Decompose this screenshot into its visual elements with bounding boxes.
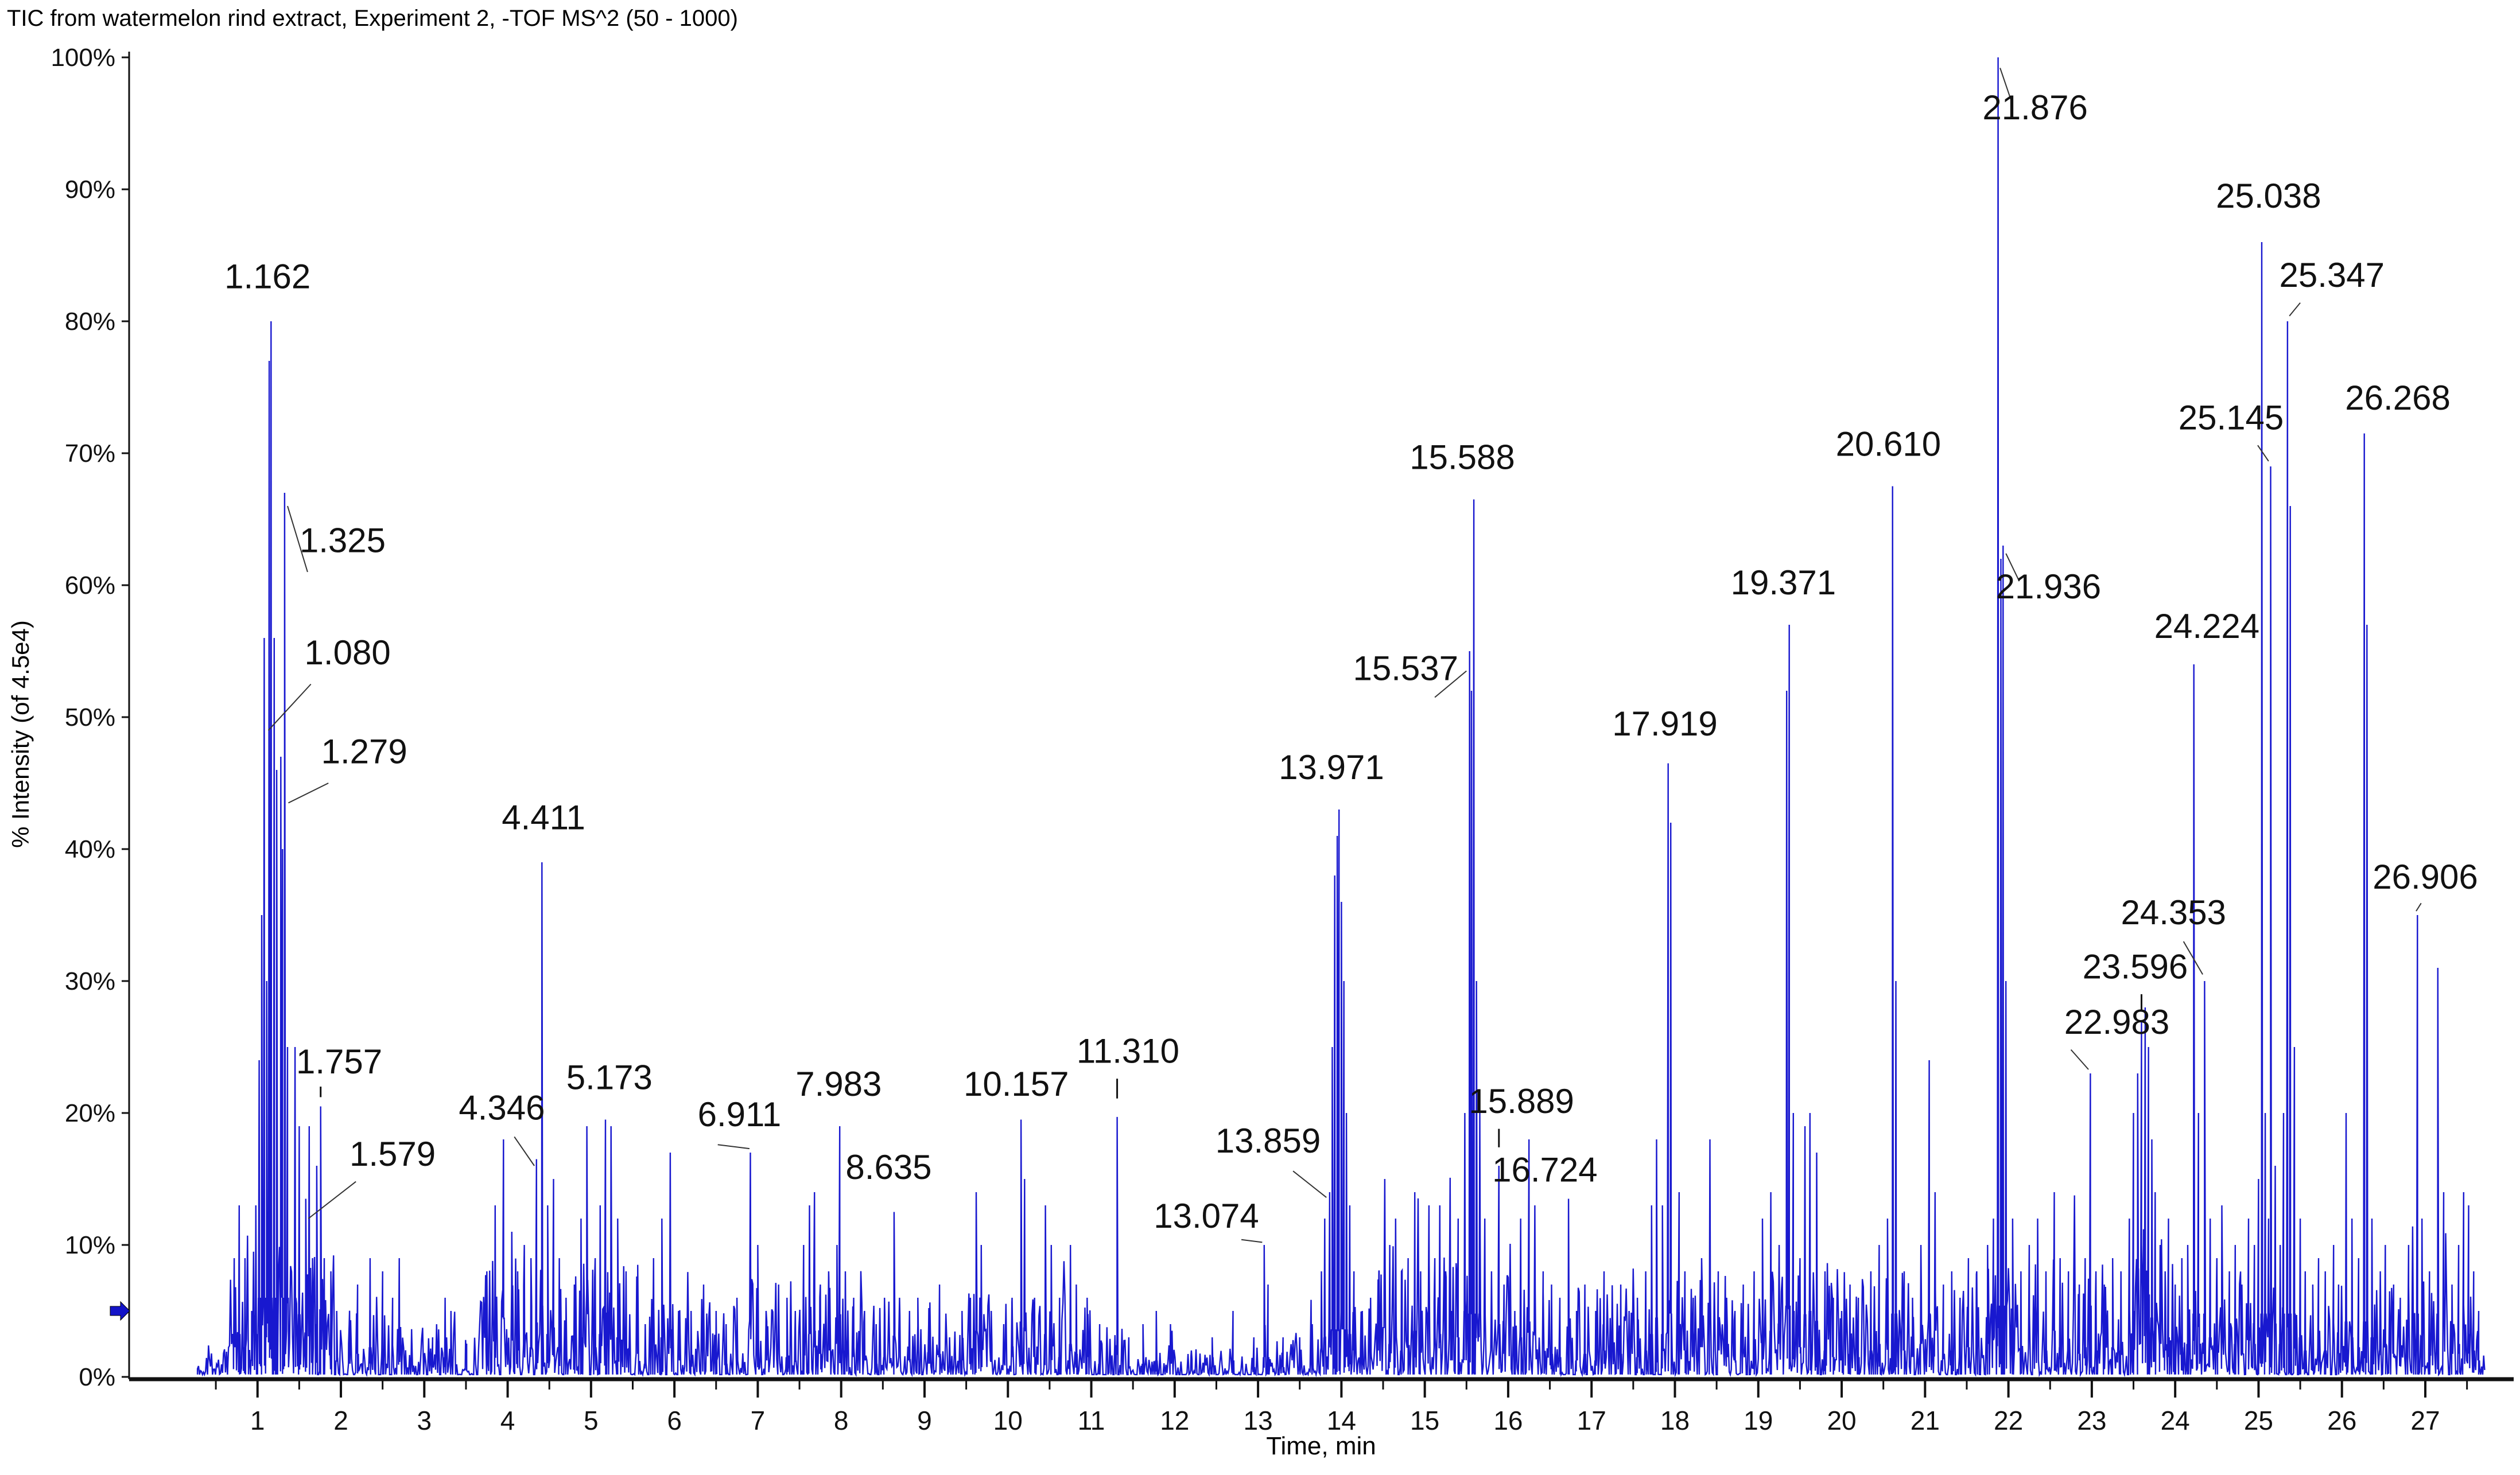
peak-leader-line — [514, 1136, 535, 1166]
peak-label: 5.173 — [566, 1058, 653, 1097]
peak-label: 15.537 — [1353, 649, 1458, 688]
peak-leader-line — [2289, 302, 2301, 317]
peak-leader-line — [308, 1181, 356, 1219]
peak-leader-line — [1241, 1239, 1263, 1243]
peak-label: 4.346 — [459, 1089, 545, 1127]
x-tick-label: 24 — [2161, 1406, 2190, 1435]
tic-trace — [196, 57, 2486, 1377]
x-tick-label: 7 — [751, 1406, 766, 1435]
x-tick-label: 16 — [1493, 1406, 1523, 1435]
x-tick-label: 8 — [834, 1406, 849, 1435]
peak-leader-line — [2070, 1049, 2089, 1070]
peak-label: 21.936 — [1996, 567, 2102, 606]
peak-leader-line — [1292, 1170, 1327, 1198]
peak-leader-line — [288, 783, 329, 804]
peak-label: 1.162 — [224, 258, 310, 296]
peak-label: 24.353 — [2121, 893, 2227, 932]
peak-label: 22.983 — [2064, 1003, 2170, 1041]
peak-label: 10.157 — [964, 1065, 1069, 1103]
peak-label: 26.268 — [2345, 379, 2451, 417]
peak-label: 25.347 — [2280, 256, 2385, 294]
y-tick-label: 30% — [65, 967, 115, 995]
peak-label: 4.411 — [502, 799, 585, 837]
y-tick-label: 80% — [65, 308, 115, 336]
x-tick-label: 25 — [2244, 1406, 2273, 1435]
peak-label: 13.971 — [1279, 748, 1384, 787]
chromatogram-plot[interactable]: 0%10%20%30%40%50%60%70%80%90%100%1 2 3 4 5 6 7… — [0, 0, 2520, 1475]
x-tick-label: 2 — [333, 1406, 348, 1435]
peak-label: 16.724 — [1492, 1151, 1598, 1189]
x-tick-label: 13 — [1244, 1406, 1273, 1435]
x-tick-label: 9 — [917, 1406, 932, 1435]
peak-label: 19.371 — [1731, 563, 1836, 602]
x-tick-label: 4 — [500, 1406, 515, 1435]
peak-label: 20.610 — [1836, 425, 1942, 464]
x-tick-label: 11 — [1078, 1406, 1105, 1435]
x-tick-label: 15 — [1410, 1406, 1439, 1435]
peak-label: 24.224 — [2154, 607, 2260, 645]
y-tick-label: 70% — [65, 439, 115, 468]
peak-label: 6.911 — [698, 1095, 782, 1134]
peak-leader-line — [717, 1144, 750, 1150]
peak-label: 1.279 — [321, 733, 407, 771]
peak-leader-line — [2257, 445, 2269, 462]
x-tick-label: 3 — [417, 1406, 432, 1435]
peak-label: 11.310 — [1077, 1032, 1179, 1071]
peak-label: 26.906 — [2373, 858, 2478, 896]
x-tick-label: 20 — [1827, 1406, 1856, 1435]
x-tick-label: 1 — [250, 1406, 265, 1435]
peak-label: 1.080 — [305, 633, 391, 672]
peak-label: 7.983 — [795, 1065, 882, 1103]
x-tick-label: 21 — [1911, 1406, 1940, 1435]
x-tick-label: 6 — [667, 1406, 682, 1435]
peak-label: 25.145 — [2179, 399, 2284, 437]
peak-leader-line — [2416, 902, 2422, 912]
x-tick-label: 19 — [1744, 1406, 1773, 1435]
peak-label: 13.859 — [1216, 1122, 1321, 1160]
y-tick-label: 60% — [65, 571, 115, 600]
y-tick-label: 100% — [51, 44, 115, 72]
x-tick-label: 17 — [1577, 1406, 1606, 1435]
x-tick-label: 22 — [1994, 1406, 2023, 1435]
y-tick-label: 0% — [79, 1363, 115, 1391]
peak-label: 15.588 — [1410, 438, 1515, 477]
peak-label: 25.038 — [2216, 177, 2321, 215]
peak-label: 15.889 — [1469, 1082, 1574, 1120]
y-tick-label: 10% — [65, 1231, 115, 1259]
peak-label: 1.325 — [300, 521, 386, 560]
y-tick-label: 90% — [65, 176, 115, 204]
x-tick-label: 27 — [2410, 1406, 2440, 1435]
x-tick-label: 12 — [1160, 1406, 1189, 1435]
y-tick-label: 20% — [65, 1099, 115, 1127]
y-tick-label: 40% — [65, 835, 115, 863]
peak-label: 8.635 — [845, 1148, 931, 1186]
peak-label: 1.757 — [296, 1042, 382, 1081]
x-tick-label: 23 — [2077, 1406, 2106, 1435]
peak-label: 21.876 — [1982, 88, 2088, 127]
x-tick-label: 26 — [2327, 1406, 2356, 1435]
position-arrow-icon — [110, 1301, 130, 1321]
peak-label: 13.074 — [1154, 1197, 1259, 1235]
peak-label: 1.579 — [350, 1135, 436, 1173]
peak-label: 17.919 — [1612, 705, 1718, 743]
x-tick-label: 14 — [1327, 1406, 1356, 1435]
x-tick-label: 5 — [584, 1406, 599, 1435]
x-tick-label: 10 — [993, 1406, 1023, 1435]
y-tick-label: 50% — [65, 703, 115, 731]
x-tick-label: 18 — [1660, 1406, 1690, 1435]
peak-label: 23.596 — [2083, 947, 2188, 986]
